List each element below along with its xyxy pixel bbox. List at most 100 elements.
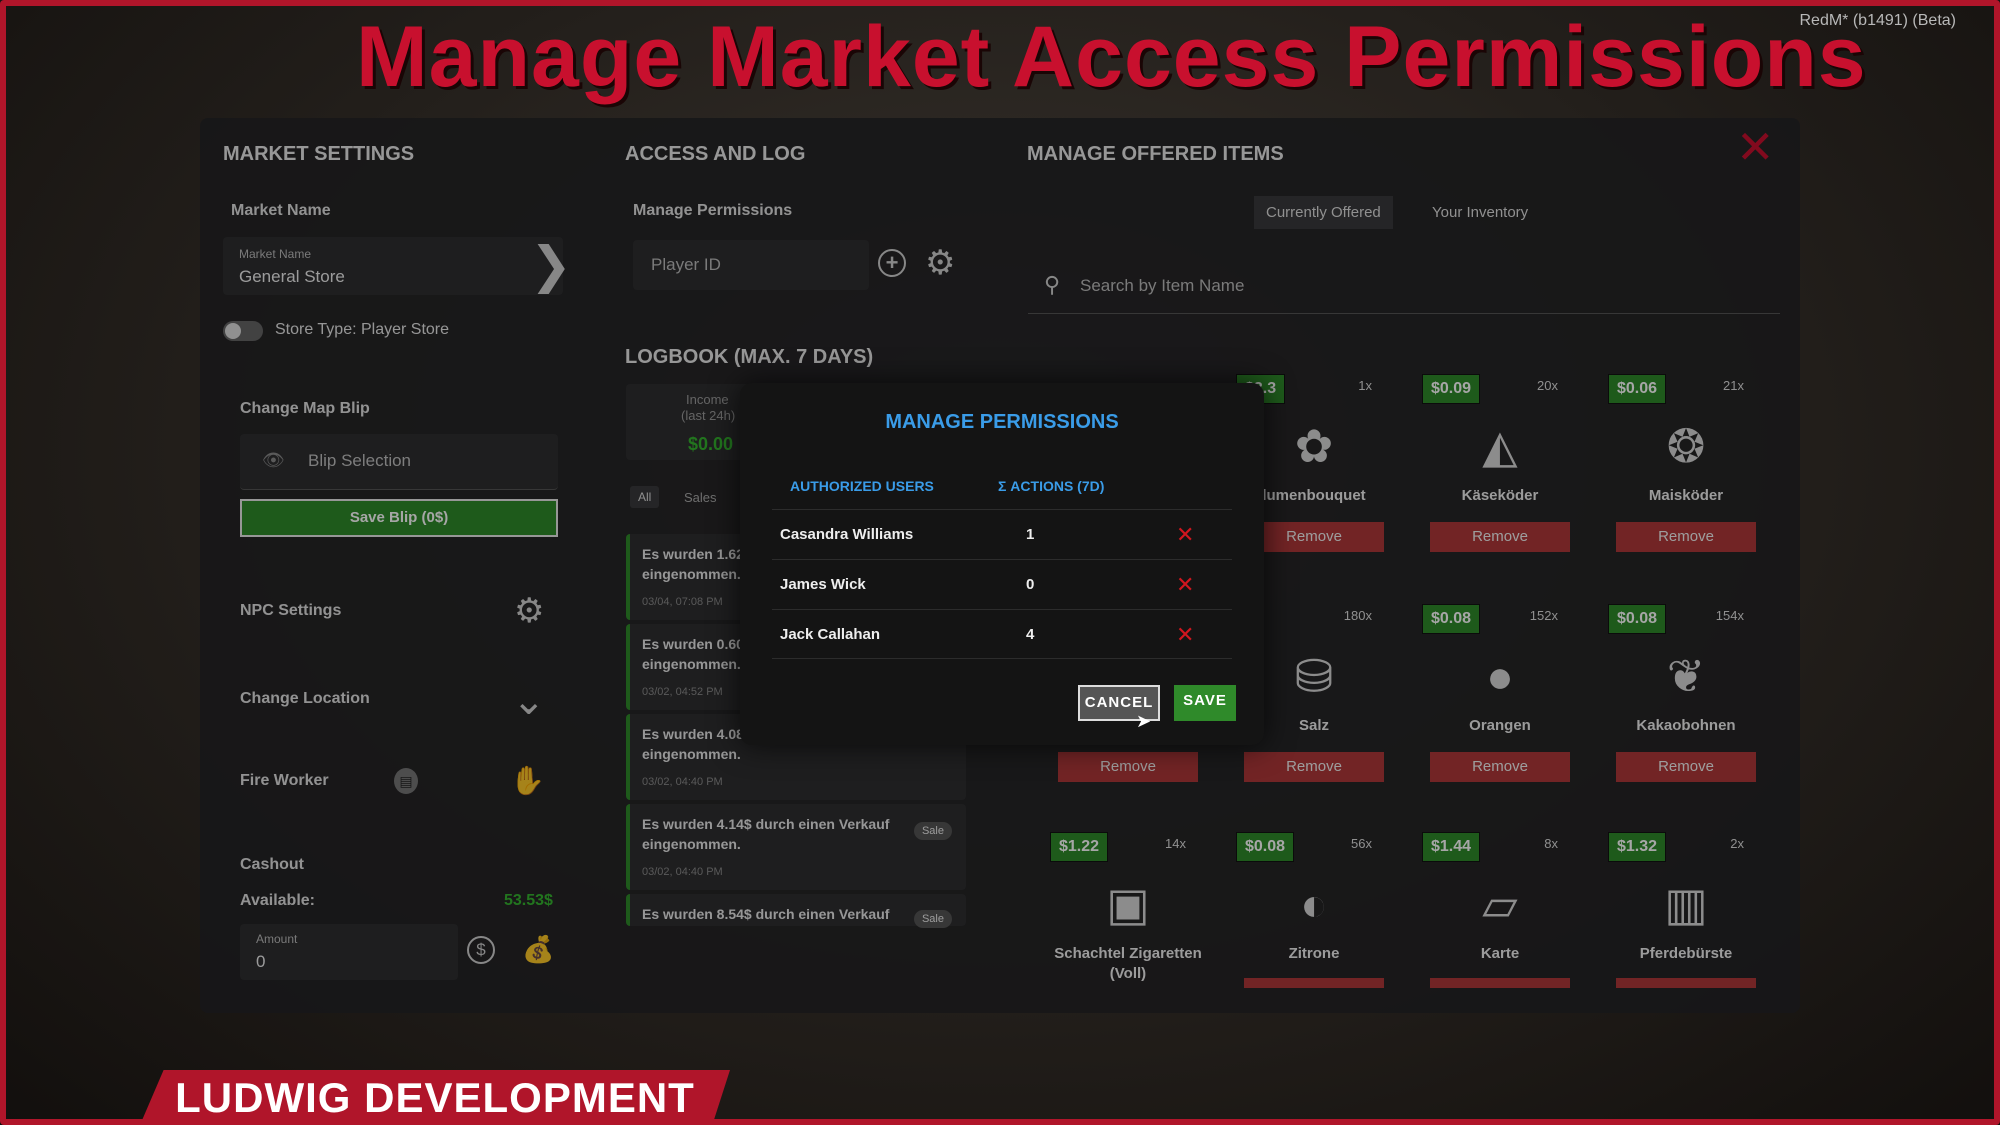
blip-selection-field[interactable]: 👁 Blip Selection: [240, 434, 558, 490]
bouquet-icon: ✿: [1294, 420, 1334, 472]
remove-button[interactable]: Remove: [1244, 522, 1384, 552]
dollar-icon[interactable]: $: [467, 936, 495, 964]
offered-items-title: MANAGE OFFERED ITEMS: [1027, 143, 1284, 165]
item-name: Kakaobohnen: [1636, 717, 1736, 734]
item-quantity: 8x: [1544, 836, 1558, 851]
close-icon[interactable]: ✕: [1736, 124, 1775, 170]
permissions-gear-icon[interactable]: ⚙: [925, 246, 955, 280]
remove-button[interactable]: Remove: [1430, 752, 1570, 782]
brush-icon: ▥: [1664, 878, 1708, 930]
logbook-entry-text2: eingenommen.: [642, 836, 741, 852]
money-bag-icon[interactable]: 💰: [522, 934, 554, 965]
save-button[interactable]: SAVE: [1174, 685, 1236, 721]
salt-sack-icon: ⛁: [1294, 650, 1334, 702]
remove-user-icon[interactable]: ✕: [1176, 622, 1194, 648]
remove-user-icon[interactable]: ✕: [1176, 522, 1194, 548]
remove-button[interactable]: [1430, 978, 1570, 988]
item-quantity: 14x: [1165, 836, 1186, 851]
remove-button[interactable]: [1616, 978, 1756, 988]
item-search-field[interactable]: ⚲ Search by Item Name: [1028, 260, 1780, 314]
footer-banner-text: LUDWIG DEVELOPMENT: [175, 1073, 695, 1121]
remove-user-icon[interactable]: ✕: [1176, 572, 1194, 598]
logbook-entry-date: 03/02, 04:40 PM: [642, 776, 723, 788]
item-quantity: 154x: [1715, 608, 1744, 623]
item-card: $1.32 2x ▥ Pferdebürste: [1606, 832, 1766, 1022]
market-name-field[interactable]: Market Name General Store: [223, 237, 563, 295]
blip-selection-placeholder: Blip Selection: [308, 451, 412, 470]
tab-currently-offered[interactable]: Currently Offered: [1254, 196, 1393, 229]
market-settings-title: MARKET SETTINGS: [223, 143, 415, 165]
logbook-entry-text: Es wurden 1.62$: [642, 546, 752, 562]
change-location-label: Change Location: [240, 690, 370, 707]
logbook-entry-text: Es wurden 0.60$: [642, 636, 752, 652]
item-card: $1.22 14x ▣ Schachtel Zigaretten (Voll): [1048, 832, 1208, 1022]
remove-button[interactable]: Remove: [1616, 522, 1756, 552]
sale-badge: Sale: [913, 822, 952, 840]
item-price: $0.09: [1422, 374, 1481, 404]
income-sub-label: (last 24h): [681, 408, 736, 423]
npc-settings-label: NPC Settings: [240, 602, 342, 619]
tab-your-inventory[interactable]: Your Inventory: [1420, 196, 1540, 229]
item-card: $0.09 20x ◭ Käseköder Remove: [1420, 374, 1580, 564]
logbook-entry-date: 03/02, 04:52 PM: [642, 686, 723, 698]
item-card: $0.08 152x ● Orangen Remove: [1420, 604, 1580, 794]
add-player-icon[interactable]: +: [878, 249, 906, 277]
amount-value: 0: [256, 952, 266, 971]
user-actions: 1: [1026, 526, 1035, 543]
orange-icon: ●: [1486, 650, 1514, 702]
filter-all-button[interactable]: All: [630, 486, 660, 508]
user-actions: 4: [1026, 626, 1035, 643]
remove-button[interactable]: Remove: [1058, 752, 1198, 782]
cigarette-box-icon: ▣: [1106, 878, 1150, 930]
user-name: James Wick: [780, 576, 866, 593]
item-card: $1.44 8x ▱ Karte: [1420, 832, 1580, 1022]
store-type-toggle[interactable]: [223, 321, 263, 341]
item-card: $0.06 21x ❂ Maisköder Remove: [1606, 374, 1766, 564]
store-type-label: Store Type: Player Store: [275, 321, 450, 338]
item-quantity: 20x: [1537, 378, 1558, 393]
chevron-down-icon[interactable]: ⌄: [512, 678, 546, 724]
logbook-entry-text2: eingenommen.: [642, 656, 741, 672]
cheese-icon: ◭: [1482, 420, 1518, 472]
lemon-icon: ◐: [1300, 878, 1328, 930]
item-price: $0.08: [1236, 832, 1295, 862]
sale-badge: Sale: [913, 910, 952, 928]
player-id-placeholder: Player ID: [651, 255, 721, 274]
item-name: Pferdebürste: [1639, 945, 1733, 962]
fire-worker-label: Fire Worker: [240, 772, 329, 789]
item-quantity: 152x: [1529, 608, 1558, 623]
available-value: 53.53$: [504, 892, 553, 909]
cashout-label: Cashout: [240, 856, 304, 873]
change-map-blip-label: Change Map Blip: [240, 400, 370, 417]
market-name-label: Market Name: [231, 202, 331, 219]
amount-small-label: Amount: [256, 932, 298, 946]
footer-banner: LUDWIG DEVELOPMENT: [140, 1070, 730, 1125]
remove-button[interactable]: Remove: [1616, 752, 1756, 782]
user-name: Jack Callahan: [780, 626, 881, 643]
market-name-small-label: Market Name: [239, 247, 312, 261]
market-name-value: General Store: [239, 267, 345, 286]
worker-badge-icon[interactable]: ▤: [394, 768, 418, 794]
item-price: $1.32: [1608, 832, 1667, 862]
item-name: Käseköder: [1461, 487, 1539, 504]
save-blip-button[interactable]: Save Blip (0$): [240, 499, 558, 537]
filter-sales-button[interactable]: Sales: [676, 486, 725, 509]
remove-button[interactable]: Remove: [1430, 522, 1570, 552]
logbook-entry-date: 03/04, 07:08 PM: [642, 596, 723, 608]
logbook-entry-text: Es wurden 4.14$ durch einen Verkauf: [642, 816, 890, 832]
map-icon: ▱: [1482, 878, 1518, 930]
remove-button[interactable]: Remove: [1244, 752, 1384, 782]
manage-permissions-label: Manage Permissions: [633, 202, 793, 219]
item-price: $1.22: [1050, 832, 1109, 862]
chevron-right-icon[interactable]: ❯: [530, 238, 572, 292]
remove-button[interactable]: [1244, 978, 1384, 988]
item-price: $0.06: [1608, 374, 1667, 404]
user-name: Casandra Williams: [780, 526, 914, 543]
player-id-field[interactable]: Player ID: [633, 240, 869, 290]
item-quantity: 56x: [1351, 836, 1372, 851]
amount-field[interactable]: Amount 0: [240, 924, 458, 980]
item-name: Schachtel Zigaretten (Voll): [1054, 945, 1202, 982]
npc-gear-icon[interactable]: ⚙: [514, 594, 544, 628]
authorized-users-header: AUTHORIZED USERS: [790, 478, 934, 494]
fire-worker-icon[interactable]: ✋: [510, 764, 545, 797]
